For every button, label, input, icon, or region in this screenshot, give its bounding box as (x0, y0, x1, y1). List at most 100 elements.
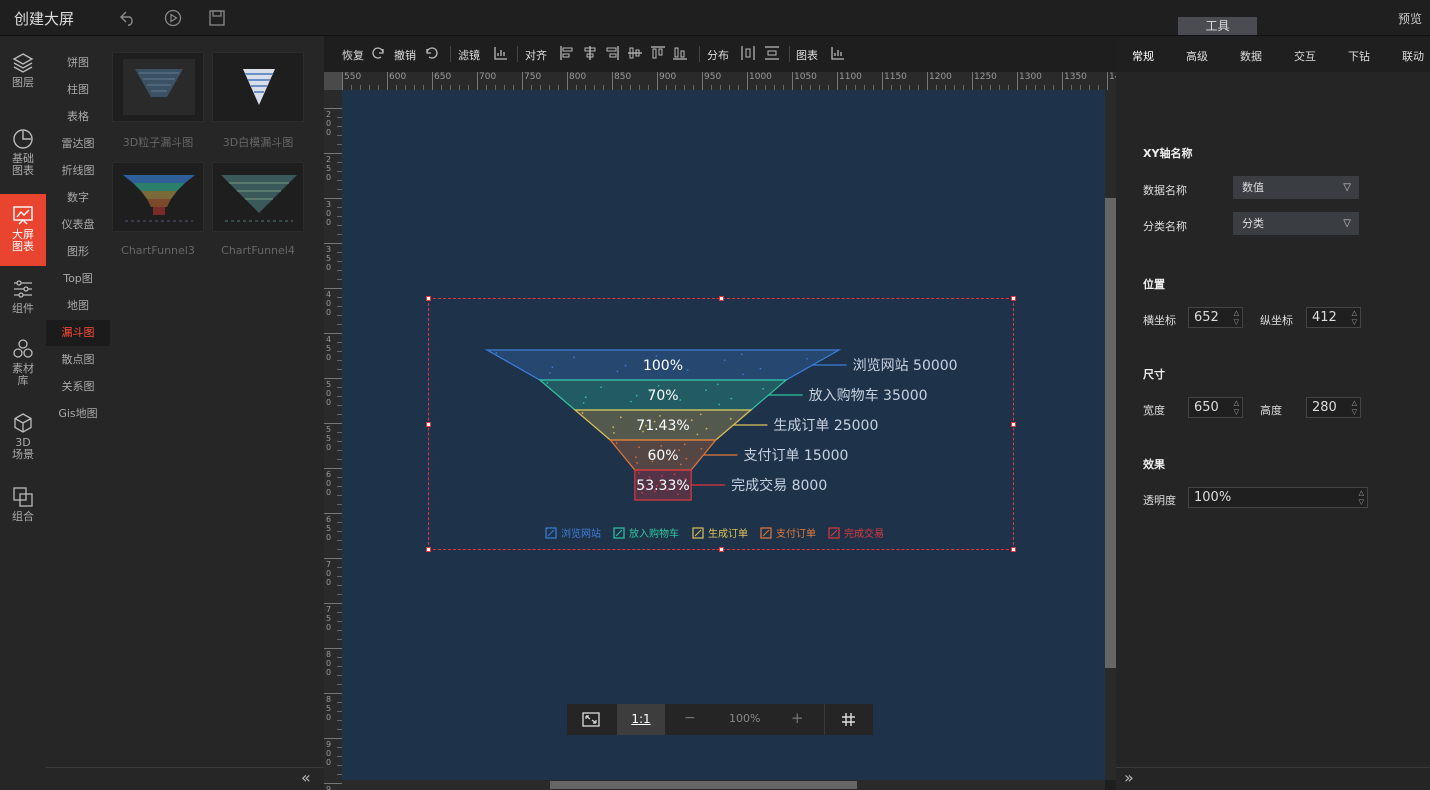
distribute-h-icon[interactable] (741, 46, 755, 60)
distribute-button[interactable]: 分布 (707, 47, 729, 63)
height-input[interactable]: 280 △ ▽ (1306, 397, 1361, 418)
zoom-in-button[interactable]: + (791, 709, 804, 727)
tab-advanced[interactable]: 高级 (1186, 48, 1208, 64)
layers-icon (12, 53, 34, 73)
nav-combine[interactable]: 组合 (0, 486, 46, 523)
funnel-particle (657, 385, 660, 387)
nav-components[interactable]: 组件 (0, 278, 46, 315)
funnel-particle (683, 443, 686, 446)
horizontal-scrollbar-thumb[interactable] (550, 781, 857, 789)
collapse-left-icon[interactable]: « (301, 768, 311, 787)
funnel-particle (742, 373, 744, 376)
category-item[interactable]: 仪表盘 (46, 212, 110, 238)
undo-button[interactable]: 撤销 (394, 47, 416, 63)
ruler-tick (477, 72, 478, 90)
stepper-icon[interactable]: △ ▽ (1352, 309, 1357, 327)
top-bar: 创建大屏 工具 预览 (0, 0, 1430, 36)
funnel-preview-icon (123, 59, 195, 115)
category-item[interactable]: 地图 (46, 293, 110, 319)
category-item[interactable]: 图形 (46, 239, 110, 265)
x-coordinate-input[interactable]: 652 △ ▽ (1188, 307, 1243, 328)
play-icon[interactable] (164, 9, 182, 27)
align-center-h-icon[interactable] (583, 46, 597, 60)
height-label: 高度 (1260, 404, 1282, 417)
data-name-select[interactable]: 数值 ▽ (1233, 176, 1359, 199)
redo-button[interactable]: 恢复 (342, 47, 364, 63)
nav-3d-scene[interactable]: 3D 场景 (0, 412, 46, 461)
grid-icon[interactable] (841, 712, 856, 727)
tab-linkage[interactable]: 联动 (1402, 48, 1424, 64)
category-item[interactable]: 雷达图 (46, 131, 110, 157)
funnel-particle (581, 412, 584, 414)
tab-general[interactable]: 常规 (1132, 48, 1154, 64)
category-item[interactable]: 关系图 (46, 374, 110, 400)
category-item[interactable]: 散点图 (46, 347, 110, 373)
align-middle-icon[interactable] (628, 46, 642, 60)
fit-screen-icon[interactable] (582, 712, 600, 727)
tab-drilldown[interactable]: 下钻 (1348, 48, 1370, 64)
ruler-tick (1017, 72, 1018, 90)
funnel-category-label: 生成订单 25000 (773, 418, 878, 434)
y-coordinate-input[interactable]: 412 △ ▽ (1306, 307, 1361, 328)
redo-icon[interactable] (371, 46, 385, 60)
stepper-icon[interactable]: △ ▽ (1359, 489, 1364, 507)
nav-screen-charts[interactable]: 大屏 图表 (0, 194, 46, 266)
funnel-percent-label: 70% (647, 388, 678, 404)
stepper-icon[interactable]: △ ▽ (1234, 309, 1239, 327)
collapse-right-icon[interactable]: » (1124, 768, 1134, 787)
ruler-label: 750 (326, 605, 332, 632)
align-button[interactable]: 对齐 (525, 47, 547, 63)
nav-layers[interactable]: 图层 (0, 52, 46, 89)
align-bottom-icon[interactable] (673, 46, 687, 60)
thumbnail-3d-white-funnel[interactable] (212, 52, 304, 122)
ruler-tick (612, 72, 613, 90)
category-item[interactable]: 折线图 (46, 158, 110, 184)
funnel-category-label: 放入购物车 35000 (809, 387, 928, 404)
nav-basic-charts[interactable]: 基础 图表 (0, 128, 46, 177)
tools-tab[interactable]: 工具 (1178, 17, 1257, 35)
tab-data[interactable]: 数据 (1240, 48, 1262, 64)
category-item[interactable]: 饼图 (46, 50, 110, 76)
ruler-label: 1200 (929, 72, 952, 82)
nav-materials[interactable]: 素材 库 (0, 338, 46, 387)
legend-label: 生成订单 (708, 527, 748, 540)
funnel-particle (615, 442, 618, 444)
category-item[interactable]: 数字 (46, 185, 110, 211)
preview-button[interactable]: 预览 (1398, 10, 1422, 27)
zoom-out-button[interactable]: − (684, 710, 696, 726)
category-item[interactable]: 柱图 (46, 77, 110, 103)
nav-label: 场景 (12, 448, 34, 461)
zoom-1to1-button[interactable]: 1:1 (617, 704, 665, 735)
category-item[interactable]: Gis地图 (46, 401, 110, 427)
opacity-input[interactable]: 100% △ ▽ (1188, 487, 1368, 508)
selected-chart-component[interactable]: 100% 浏览网站 50000 70% 放入购物车 35000 71.43% 生成订单 2… (426, 296, 1016, 552)
funnel-percent-label: 53.33% (636, 478, 689, 494)
stepper-icon[interactable]: △ ▽ (1352, 399, 1357, 417)
stepper-icon[interactable]: △ ▽ (1234, 399, 1239, 417)
funnel-particle (762, 387, 765, 390)
category-item[interactable]: 漏斗图 (46, 320, 110, 346)
distribute-v-icon[interactable] (765, 46, 779, 60)
filter-button[interactable]: 滤镜 (458, 47, 480, 63)
thumbnail-chartfunnel3[interactable] (112, 162, 204, 232)
category-name-select[interactable]: 分类 ▽ (1233, 212, 1359, 235)
vertical-scrollbar-thumb[interactable] (1105, 198, 1116, 668)
thumbnail-3d-particle-funnel[interactable] (112, 52, 204, 122)
chart-icon[interactable] (831, 46, 845, 60)
save-icon[interactable] (208, 9, 226, 27)
align-left-icon[interactable] (560, 46, 574, 60)
chart-button[interactable]: 图表 (796, 47, 818, 63)
undo-arrow-icon[interactable] (425, 46, 439, 60)
category-item[interactable]: Top图 (46, 266, 110, 292)
thumbnail-chartfunnel4[interactable] (212, 162, 304, 232)
align-top-icon[interactable] (651, 46, 665, 60)
undo-icon[interactable] (119, 9, 137, 27)
width-label: 宽度 (1143, 404, 1165, 417)
width-input[interactable]: 650 △ ▽ (1188, 397, 1243, 418)
category-item[interactable]: 表格 (46, 104, 110, 130)
tab-interaction[interactable]: 交互 (1294, 48, 1316, 64)
align-right-icon[interactable] (605, 46, 619, 60)
ruler-label: 1050 (794, 72, 817, 82)
width-value: 650 (1194, 400, 1219, 415)
bar-chart-icon[interactable] (494, 46, 508, 60)
